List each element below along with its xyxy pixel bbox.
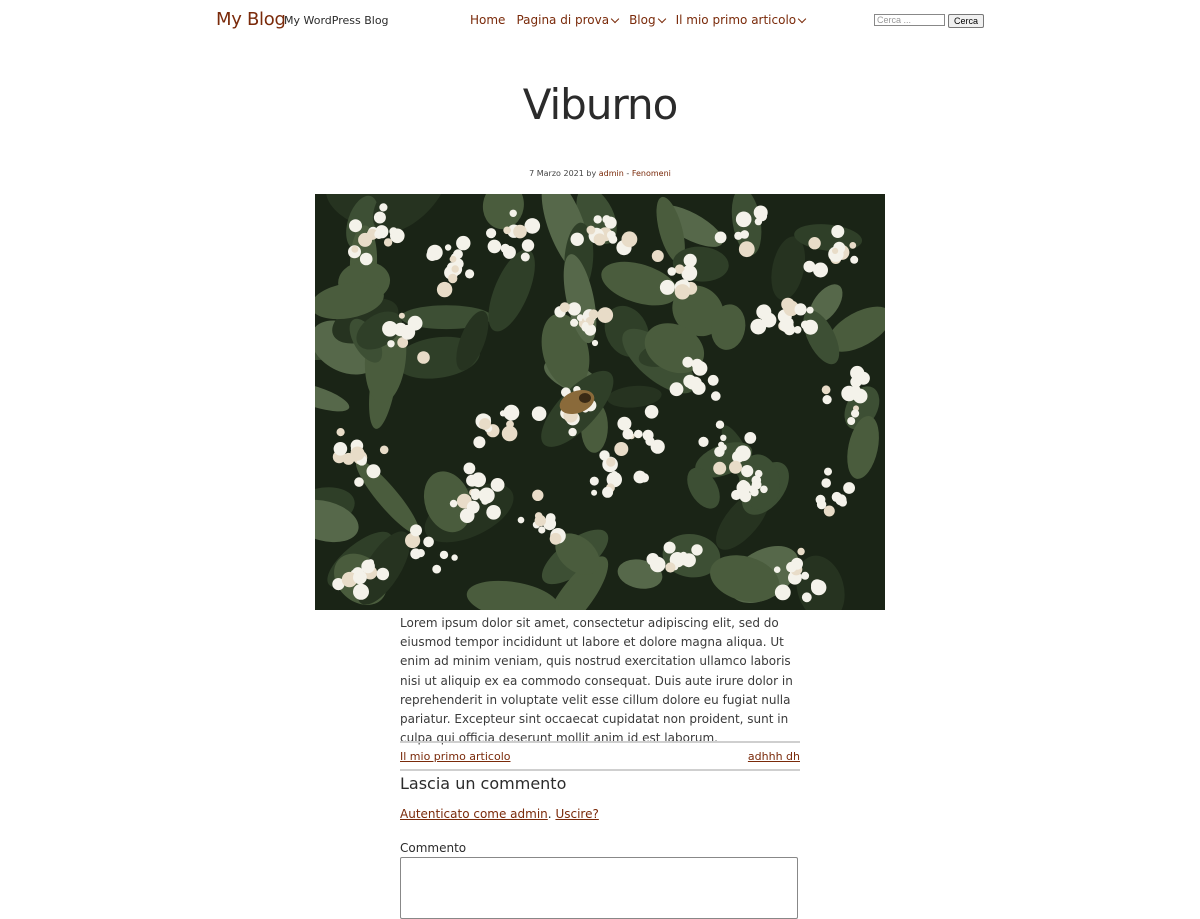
post-author-link[interactable]: admin [599, 169, 624, 178]
post-date: 7 Marzo 2021 [529, 169, 584, 178]
nav-item-label: Home [470, 13, 506, 27]
site-header: My Blog My WordPress Blog Home Pagina di… [0, 0, 1200, 42]
comment-textarea[interactable] [400, 857, 798, 919]
nav-item-il-mio-primo-articolo[interactable]: Il mio primo articolo [675, 13, 807, 27]
nav-item-label: Pagina di prova [516, 13, 610, 27]
nav-item-blog[interactable]: Blog [629, 13, 666, 27]
post-content: Lorem ipsum dolor sit amet, consectetur … [400, 616, 793, 746]
previous-post-link[interactable]: Il mio primo articolo [400, 750, 511, 763]
site-tagline: My WordPress Blog [284, 14, 389, 27]
primary-nav: Home Pagina di prova Blog Il mio primo a… [470, 13, 816, 27]
post-category-link[interactable]: Fenomeni [632, 169, 671, 178]
comment-label: Commento [400, 841, 467, 855]
logged-in-as: Autenticato come admin. Uscire? [400, 807, 599, 821]
logged-in-admin-link[interactable]: Autenticato come admin [400, 807, 548, 821]
viburnum-flowers-image [315, 194, 885, 610]
nav-item-home[interactable]: Home [470, 13, 505, 27]
featured-image [315, 194, 885, 610]
nav-item-label: Il mio primo articolo [675, 13, 797, 27]
search-form: Cerca [874, 14, 985, 28]
chevron-down-icon [797, 14, 807, 23]
post-meta: 7 Marzo 2021 by admin - Fenomeni [0, 169, 1200, 178]
chevron-down-icon [657, 14, 666, 23]
site-title-link[interactable]: My Blog [216, 9, 286, 30]
nav-item-pagina-di-prova[interactable]: Pagina di prova [516, 13, 620, 27]
comment-reply-title: Lascia un commento [400, 774, 567, 793]
post-meta-separator: - [626, 169, 630, 178]
nav-item-label: Blog [629, 13, 656, 27]
post-by: by [586, 169, 597, 178]
search-input[interactable] [874, 14, 945, 26]
search-button[interactable]: Cerca [948, 14, 985, 28]
post-title: Viburno [522, 80, 679, 129]
post-navigation: Il mio primo articolo adhhh dh [400, 741, 800, 771]
logout-link[interactable]: Uscire? [555, 807, 598, 821]
chevron-down-icon [610, 14, 620, 23]
logged-in-separator: . [547, 807, 552, 821]
next-post-link[interactable]: adhhh dh [748, 750, 800, 763]
